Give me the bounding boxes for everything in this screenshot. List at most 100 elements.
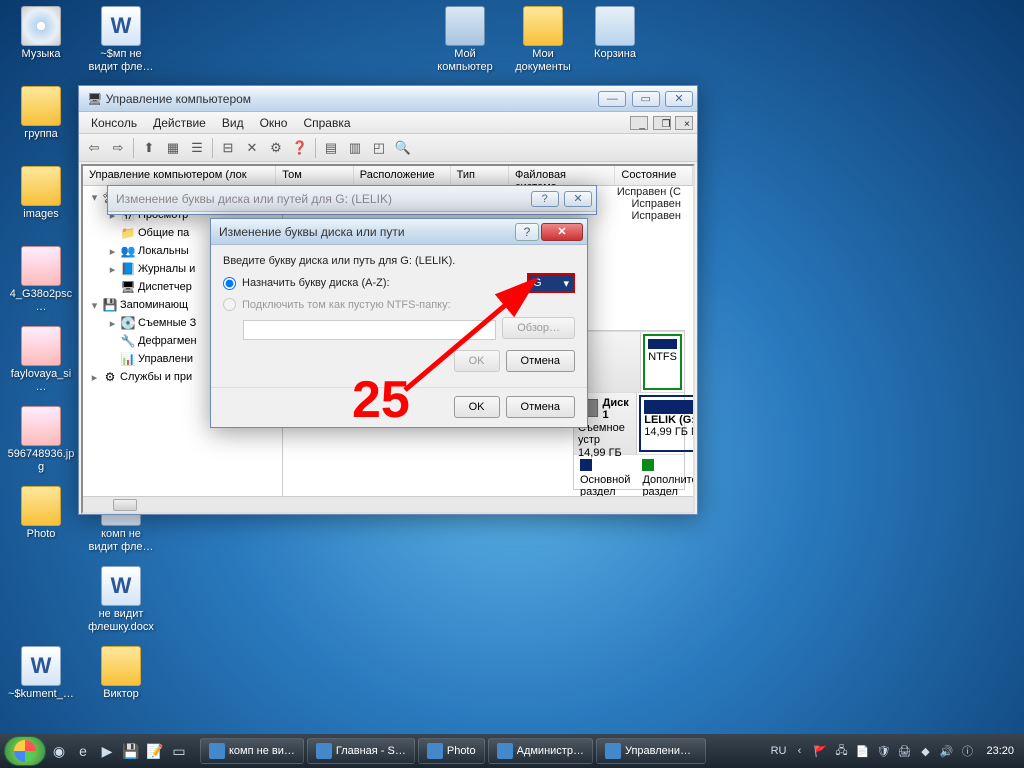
titlebar[interactable]: 🖥 Управление компьютером — ▭ ✕	[79, 86, 697, 112]
tray-doc-icon[interactable]: 📄	[854, 743, 870, 759]
up-icon[interactable]: ⬆	[138, 137, 160, 159]
column-header[interactable]: Файловая система	[509, 166, 615, 185]
desktop-icon[interactable]: W~$мп не видит фле…	[86, 6, 156, 73]
icon-label: комп не видит фле…	[86, 528, 156, 553]
desktop-icon[interactable]: W~$kument_…	[6, 646, 76, 701]
menu-item[interactable]: Вид	[214, 114, 252, 132]
icon-glyph: W	[101, 6, 141, 46]
node-label: Съемные З	[138, 317, 196, 329]
show-icon[interactable]: ☰	[186, 137, 208, 159]
mdi-restore[interactable]: ❐	[653, 116, 671, 130]
clock[interactable]: 23:20	[980, 745, 1020, 757]
desktop-icon[interactable]: Виктор	[86, 646, 156, 701]
ok-button[interactable]: OK	[454, 396, 500, 418]
minimize-button[interactable]: —	[598, 91, 626, 107]
start-button[interactable]	[4, 736, 46, 766]
expand-icon[interactable]: ▾	[89, 191, 100, 204]
ql-chrome-icon[interactable]: ◉	[48, 740, 70, 762]
expand-icon[interactable]: ▸	[107, 317, 118, 330]
icon-label: 4_G38o2psc…	[6, 288, 76, 313]
desktop-icon[interactable]: Wне видит флешку.docx	[86, 566, 156, 633]
task-icon	[497, 743, 513, 759]
tray-volume-icon[interactable]: 🔊	[938, 743, 954, 759]
desktop-icon[interactable]: 4_G38o2psc…	[6, 246, 76, 313]
legend: Основной раздел Дополнительный раздел Ло…	[574, 455, 684, 502]
ql-ie-icon[interactable]: e	[72, 740, 94, 762]
menu-item[interactable]: Консоль	[83, 114, 145, 132]
help-icon[interactable]: ❓	[289, 137, 311, 159]
icon-glyph	[21, 326, 61, 366]
taskbar-item[interactable]: Управление…	[596, 738, 706, 764]
close-button[interactable]: ✕	[541, 223, 583, 241]
back-icon[interactable]: ⇦	[83, 137, 105, 159]
disk-volume-prev[interactable]: NTFS	[643, 334, 682, 390]
node-label: Общие па	[138, 227, 189, 239]
tray-network-icon[interactable]: 🖧	[833, 743, 849, 759]
desktop-icon[interactable]: группа	[6, 86, 76, 141]
view2-icon[interactable]: ▥	[344, 137, 366, 159]
view3-icon[interactable]: ◰	[368, 137, 390, 159]
icon-label: Корзина	[580, 48, 650, 61]
ql-save-icon[interactable]: 💾	[120, 740, 142, 762]
desktop-icon[interactable]: Корзина	[580, 6, 650, 61]
tray-printer-icon[interactable]: 🖨	[896, 743, 912, 759]
menu-item[interactable]: Окно	[252, 114, 296, 132]
tray-app-icon[interactable]: ◆	[917, 743, 933, 759]
expand-icon[interactable]: ▾	[89, 299, 100, 312]
column-header[interactable]: Состояние	[615, 166, 693, 185]
expand-icon[interactable]: ▸	[107, 245, 118, 258]
disk1-volume[interactable]: LELIK (G:) 14,99 ГБ NTFS	[639, 395, 693, 452]
expand-icon[interactable]: ▸	[89, 371, 100, 384]
close-button[interactable]: ✕	[564, 191, 592, 207]
menu-item[interactable]: Справка	[295, 114, 358, 132]
refresh-icon[interactable]: ✕	[241, 137, 263, 159]
search-icon[interactable]: 🔍	[392, 137, 414, 159]
props-icon[interactable]: ▦	[162, 137, 184, 159]
tray-info-icon[interactable]: ⓘ	[959, 743, 975, 759]
app-icon: 🖥	[87, 92, 102, 106]
language-indicator[interactable]: RU	[771, 745, 787, 757]
column-headers: Управление компьютером (локТомРасположен…	[83, 166, 693, 186]
taskbar-item[interactable]: Администр…	[488, 738, 593, 764]
desktop-icon[interactable]: Photo	[6, 486, 76, 541]
task-label: Photo	[447, 745, 476, 757]
expand-icon[interactable]: ▸	[107, 263, 118, 276]
help-button[interactable]: ?	[515, 223, 539, 241]
drive-letter-select[interactable]: G ▾	[527, 273, 575, 293]
icon-label: не видит флешку.docx	[86, 608, 156, 633]
mdi-close[interactable]: ×	[675, 116, 693, 130]
assign-letter-radio[interactable]	[223, 277, 236, 290]
column-header[interactable]: Управление компьютером (лок	[83, 166, 276, 185]
desktop-icon[interactable]: 596748936.jpg	[6, 406, 76, 473]
tray-flag-icon[interactable]: 🚩	[812, 743, 828, 759]
tray-expand-icon[interactable]: ‹	[791, 743, 807, 759]
mdi-minimize[interactable]: _	[630, 116, 648, 130]
desktop-icon[interactable]: Мой компьютер	[430, 6, 500, 73]
help-button[interactable]: ?	[531, 191, 559, 207]
view1-icon[interactable]: ▤	[320, 137, 342, 159]
dialog-titlebar[interactable]: Изменение буквы диска или пути ? ✕	[211, 219, 587, 245]
maximize-button[interactable]: ▭	[632, 91, 660, 107]
taskbar-item[interactable]: комп не ви…	[200, 738, 304, 764]
desktop-icon[interactable]: faylovaya_si…	[6, 326, 76, 393]
tray-shield-icon[interactable]: 🛡	[875, 743, 891, 759]
menu-item[interactable]: Действие	[145, 114, 214, 132]
inner-cancel-button[interactable]: Отмена	[506, 350, 575, 372]
horizontal-scrollbar[interactable]	[83, 496, 693, 512]
column-header[interactable]: Том	[276, 166, 354, 185]
forward-icon[interactable]: ⇨	[107, 137, 129, 159]
settings-icon[interactable]: ⚙	[265, 137, 287, 159]
desktop-icon[interactable]: Мои документы	[508, 6, 578, 73]
desktop-icon[interactable]: Музыка	[6, 6, 76, 61]
taskbar-item[interactable]: Photo	[418, 738, 485, 764]
ql-media-icon[interactable]: ▶	[96, 740, 118, 762]
disks-icon[interactable]: ⊟	[217, 137, 239, 159]
ql-desktop-icon[interactable]: ▭	[168, 740, 190, 762]
close-button[interactable]: ✕	[665, 91, 693, 107]
taskbar-item[interactable]: Главная - S…	[307, 738, 415, 764]
desktop-icon[interactable]: images	[6, 166, 76, 221]
column-header[interactable]: Расположение	[354, 166, 451, 185]
ql-note-icon[interactable]: 📝	[144, 740, 166, 762]
column-header[interactable]: Тип	[451, 166, 509, 185]
cancel-button[interactable]: Отмена	[506, 396, 575, 418]
